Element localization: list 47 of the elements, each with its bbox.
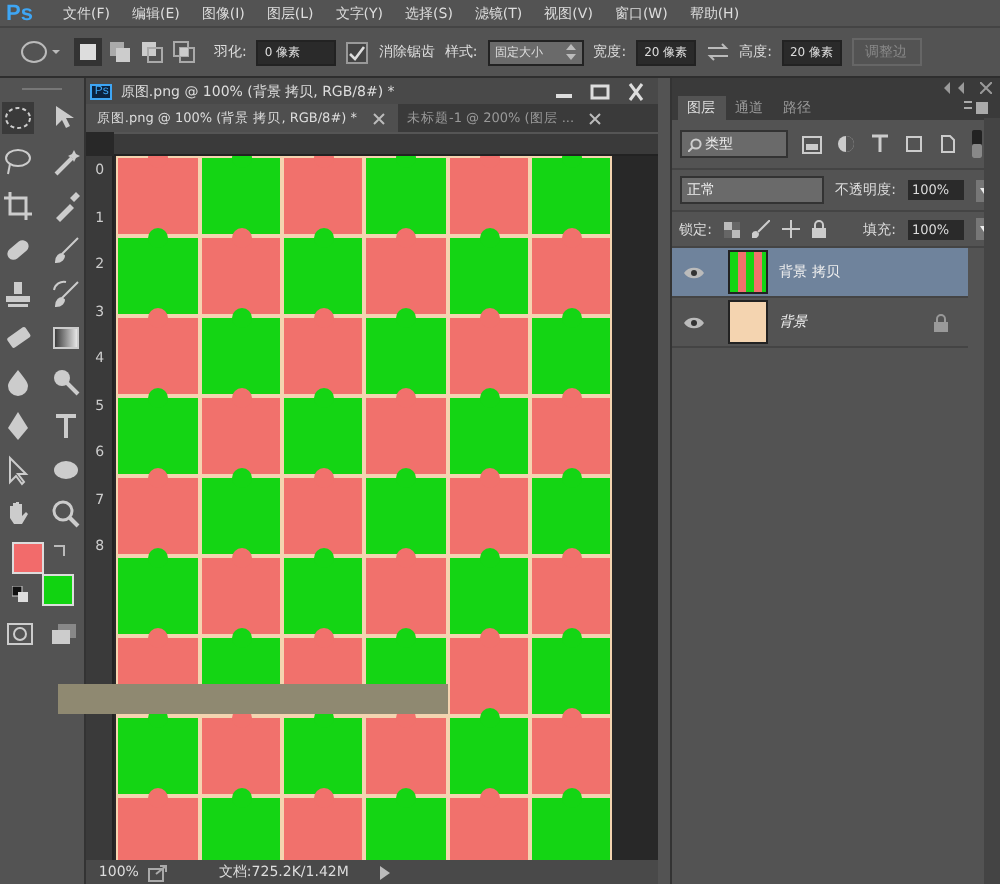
marquee-ellipse-icon[interactable] <box>2 102 35 134</box>
swap-colors-icon[interactable] <box>52 544 69 560</box>
brush-icon[interactable] <box>50 234 83 266</box>
add-selection-icon[interactable] <box>106 38 134 66</box>
brush-icon[interactable] <box>752 220 770 238</box>
filter-toggle-icon[interactable] <box>971 130 982 158</box>
export-icon[interactable] <box>148 863 169 881</box>
dodge-icon[interactable] <box>50 366 83 398</box>
eye-icon[interactable] <box>683 315 704 329</box>
move-arrows-icon[interactable] <box>782 220 800 238</box>
shape-filter-icon[interactable] <box>903 134 924 154</box>
app-logo: Ps <box>6 1 33 25</box>
search-icon <box>687 137 702 151</box>
crop-icon[interactable] <box>2 190 35 222</box>
pixel-filter-icon[interactable] <box>801 135 822 153</box>
default-colors-icon[interactable] <box>12 586 29 602</box>
foreground-color-swatch[interactable] <box>12 542 45 574</box>
screen-mode-icon[interactable] <box>50 622 79 646</box>
gradient-icon[interactable] <box>50 322 83 354</box>
type-filter-icon[interactable] <box>869 134 890 154</box>
subtract-selection-icon[interactable] <box>138 38 166 66</box>
scrollbar[interactable] <box>984 118 1000 884</box>
intersect-selection-icon[interactable] <box>170 38 198 66</box>
play-arrow-icon[interactable] <box>380 865 391 879</box>
spinner-arrows-icon <box>565 44 576 60</box>
close-icon[interactable] <box>980 81 992 93</box>
ellipse-marquee-preset-icon[interactable] <box>20 38 64 66</box>
lasso-icon[interactable] <box>2 146 35 178</box>
eye-icon[interactable] <box>683 265 704 279</box>
magic-wand-icon[interactable] <box>50 146 83 178</box>
new-selection-icon[interactable] <box>74 38 102 66</box>
quick-mask-icon[interactable] <box>6 622 35 646</box>
maximize-icon[interactable] <box>585 81 614 101</box>
close-icon[interactable] <box>371 111 385 125</box>
close-icon[interactable] <box>588 111 603 125</box>
antialias-checkbox[interactable] <box>346 41 369 63</box>
lock-transparency-icon[interactable] <box>724 221 740 237</box>
panel-menu-icon[interactable] <box>964 100 988 116</box>
stamp-icon[interactable] <box>2 278 35 310</box>
adjustment-filter-icon[interactable] <box>835 134 856 154</box>
swap-arrows-icon[interactable] <box>705 42 730 62</box>
eraser-icon[interactable] <box>2 322 35 354</box>
smart-object-filter-icon[interactable] <box>937 134 958 154</box>
lock-icon[interactable] <box>812 220 826 238</box>
history-brush-icon[interactable] <box>50 278 83 310</box>
zoom-icon[interactable] <box>50 498 83 530</box>
background-color-swatch[interactable] <box>42 574 75 606</box>
